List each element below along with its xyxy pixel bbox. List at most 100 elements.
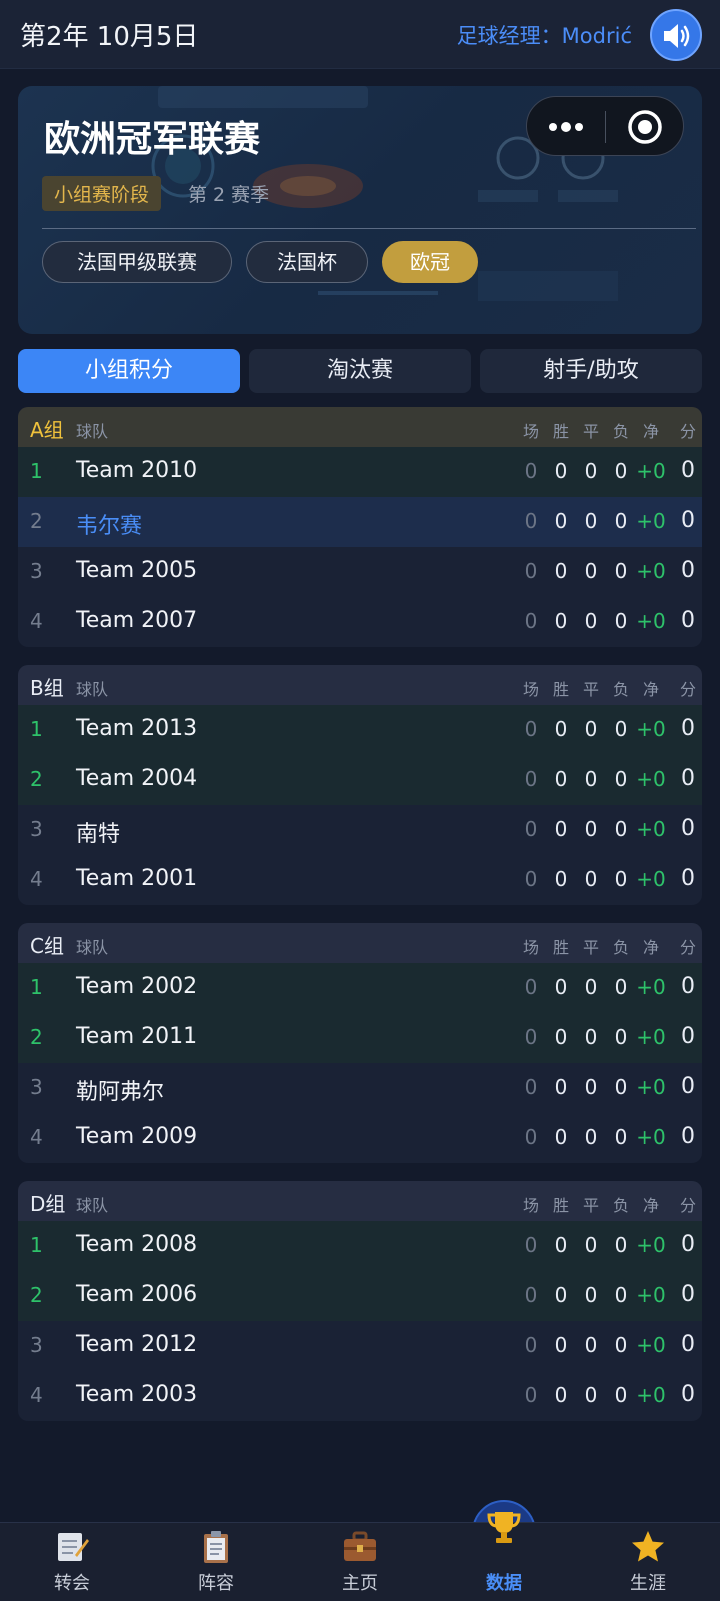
standing-row[interactable]: 3 南特 0 0 0 0 +0 0 bbox=[18, 805, 702, 855]
tab-scorers-assists[interactable]: 射手/助攻 bbox=[480, 349, 702, 393]
speaker-icon bbox=[664, 24, 690, 48]
stat-played: 0 bbox=[524, 1125, 538, 1149]
nav-label: 阵容 bbox=[198, 1573, 234, 1594]
stat-gd: +0 bbox=[636, 1075, 666, 1099]
tab-french-cup[interactable]: 法国杯 bbox=[246, 241, 368, 283]
nav-home[interactable]: 主页 bbox=[288, 1523, 432, 1601]
stat-draw: 0 bbox=[584, 609, 598, 633]
column-header-draw: 平 bbox=[582, 1196, 599, 1215]
nav-label: 数据 bbox=[486, 1573, 522, 1594]
stat-won: 0 bbox=[554, 1283, 568, 1307]
column-header-team: 球队 bbox=[76, 680, 109, 699]
group-table: B组 球队场胜平负净分 1 Team 2013 0 0 0 0 +0 0 2 Team 2004 0 0 0… bbox=[18, 665, 702, 905]
standing-row[interactable]: 1 Team 2013 0 0 0 0 +0 0 bbox=[18, 705, 702, 755]
column-header-played: 场 bbox=[522, 422, 539, 441]
group-table: C组 球队场胜平负净分 1 Team 2002 0 0 0 0 +0 0 2 Team 2011 0 0 0… bbox=[18, 923, 702, 1163]
standing-row[interactable]: 4 Team 2007 0 0 0 0 +0 0 bbox=[18, 597, 702, 647]
stat-draw: 0 bbox=[584, 509, 598, 533]
column-header-team: 球队 bbox=[76, 422, 109, 441]
stat-gd: +0 bbox=[636, 1025, 666, 1049]
stat-pts: 0 bbox=[681, 508, 695, 533]
column-header-team: 球队 bbox=[76, 938, 109, 957]
nav-label: 转会 bbox=[54, 1573, 90, 1594]
group-table: D组 球队场胜平负净分 1 Team 2008 0 0 0 0 +0 0 2 Team 2006 0 0 0… bbox=[18, 1181, 702, 1421]
stat-pts: 0 bbox=[681, 1332, 695, 1357]
stat-gd: +0 bbox=[636, 717, 666, 741]
group-header: B组 球队 场胜平负净 分 bbox=[18, 665, 702, 705]
top-status-bar: 第2年 10月5日 足球经理：Modrić bbox=[0, 0, 720, 69]
stat-pts: 0 bbox=[681, 1282, 695, 1307]
nav-squad[interactable]: 阵容 bbox=[144, 1523, 288, 1601]
stat-played: 0 bbox=[524, 817, 538, 841]
stat-draw: 0 bbox=[584, 559, 598, 583]
column-header-pts: 分 bbox=[679, 422, 696, 441]
stat-pts: 0 bbox=[681, 866, 695, 891]
standing-row[interactable]: 1 Team 2008 0 0 0 0 +0 0 bbox=[18, 1221, 702, 1271]
stat-won: 0 bbox=[554, 509, 568, 533]
stat-won: 0 bbox=[554, 767, 568, 791]
stat-pts: 0 bbox=[681, 974, 695, 999]
nav-data[interactable]: 数据 bbox=[432, 1512, 576, 1601]
standing-row[interactable]: 2 Team 2004 0 0 0 0 +0 0 bbox=[18, 755, 702, 805]
rank: 3 bbox=[30, 1075, 43, 1099]
rank: 1 bbox=[30, 975, 43, 999]
tab-ligue1[interactable]: 法国甲级联赛 bbox=[42, 241, 232, 283]
column-header-pts: 分 bbox=[679, 1196, 696, 1215]
team-name: Team 2010 bbox=[76, 458, 198, 483]
column-header-won: 胜 bbox=[552, 422, 569, 441]
stat-won: 0 bbox=[554, 1233, 568, 1257]
stat-draw: 0 bbox=[584, 1283, 598, 1307]
stat-played: 0 bbox=[524, 767, 538, 791]
standing-row[interactable]: 2 韦尔赛 0 0 0 0 +0 0 bbox=[18, 497, 702, 547]
column-header-won: 胜 bbox=[552, 1196, 569, 1215]
standing-row[interactable]: 2 Team 2011 0 0 0 0 +0 0 bbox=[18, 1013, 702, 1063]
standing-row[interactable]: 4 Team 2003 0 0 0 0 +0 0 bbox=[18, 1371, 702, 1421]
more-options-icon[interactable] bbox=[547, 117, 587, 137]
stat-played: 0 bbox=[524, 459, 538, 483]
sound-toggle-button[interactable] bbox=[650, 9, 702, 61]
column-header-won: 胜 bbox=[552, 680, 569, 699]
stat-won: 0 bbox=[554, 867, 568, 891]
tab-group-standings[interactable]: 小组积分 bbox=[18, 349, 240, 393]
standing-row[interactable]: 3 勒阿弗尔 0 0 0 0 +0 0 bbox=[18, 1063, 702, 1113]
manager-name[interactable]: 足球经理：Modrić bbox=[457, 20, 632, 50]
stat-gd: +0 bbox=[636, 1283, 666, 1307]
hero-divider bbox=[42, 228, 696, 229]
column-header-won: 胜 bbox=[552, 938, 569, 957]
rank: 2 bbox=[30, 1025, 43, 1049]
stat-won: 0 bbox=[554, 1075, 568, 1099]
rank: 4 bbox=[30, 609, 43, 633]
tab-champions-league[interactable]: 欧冠 bbox=[382, 241, 478, 283]
rank: 3 bbox=[30, 559, 43, 583]
stat-pts: 0 bbox=[681, 1024, 695, 1049]
standing-row[interactable]: 2 Team 2006 0 0 0 0 +0 0 bbox=[18, 1271, 702, 1321]
column-header-gd: 净 bbox=[642, 938, 659, 957]
close-target-icon[interactable] bbox=[627, 109, 663, 145]
standing-row[interactable]: 4 Team 2009 0 0 0 0 +0 0 bbox=[18, 1113, 702, 1163]
stat-gd: +0 bbox=[636, 975, 666, 999]
tab-knockout[interactable]: 淘汰赛 bbox=[249, 349, 471, 393]
standing-row[interactable]: 3 Team 2012 0 0 0 0 +0 0 bbox=[18, 1321, 702, 1371]
team-name: Team 2002 bbox=[76, 974, 198, 999]
nav-transfer[interactable]: 转会 bbox=[0, 1523, 144, 1601]
standing-row[interactable]: 4 Team 2001 0 0 0 0 +0 0 bbox=[18, 855, 702, 905]
stat-won: 0 bbox=[554, 559, 568, 583]
rank: 4 bbox=[30, 1125, 43, 1149]
standing-row[interactable]: 1 Team 2002 0 0 0 0 +0 0 bbox=[18, 963, 702, 1013]
standing-row[interactable]: 3 Team 2005 0 0 0 0 +0 0 bbox=[18, 547, 702, 597]
rank: 1 bbox=[30, 1233, 43, 1257]
team-name: 勒阿弗尔 bbox=[76, 1080, 165, 1105]
nav-career[interactable]: 生涯 bbox=[576, 1523, 720, 1601]
stat-played: 0 bbox=[524, 1283, 538, 1307]
stat-won: 0 bbox=[554, 609, 568, 633]
stat-pts: 0 bbox=[681, 608, 695, 633]
column-header-gd: 净 bbox=[642, 1196, 659, 1215]
stat-draw: 0 bbox=[584, 767, 598, 791]
standing-row[interactable]: 1 Team 2010 0 0 0 0 +0 0 bbox=[18, 447, 702, 497]
stat-won: 0 bbox=[554, 717, 568, 741]
briefcase-icon bbox=[344, 1531, 376, 1561]
stat-gd: +0 bbox=[636, 1383, 666, 1407]
stat-gd: +0 bbox=[636, 609, 666, 633]
rank: 2 bbox=[30, 767, 43, 791]
team-name: Team 2013 bbox=[76, 716, 198, 741]
